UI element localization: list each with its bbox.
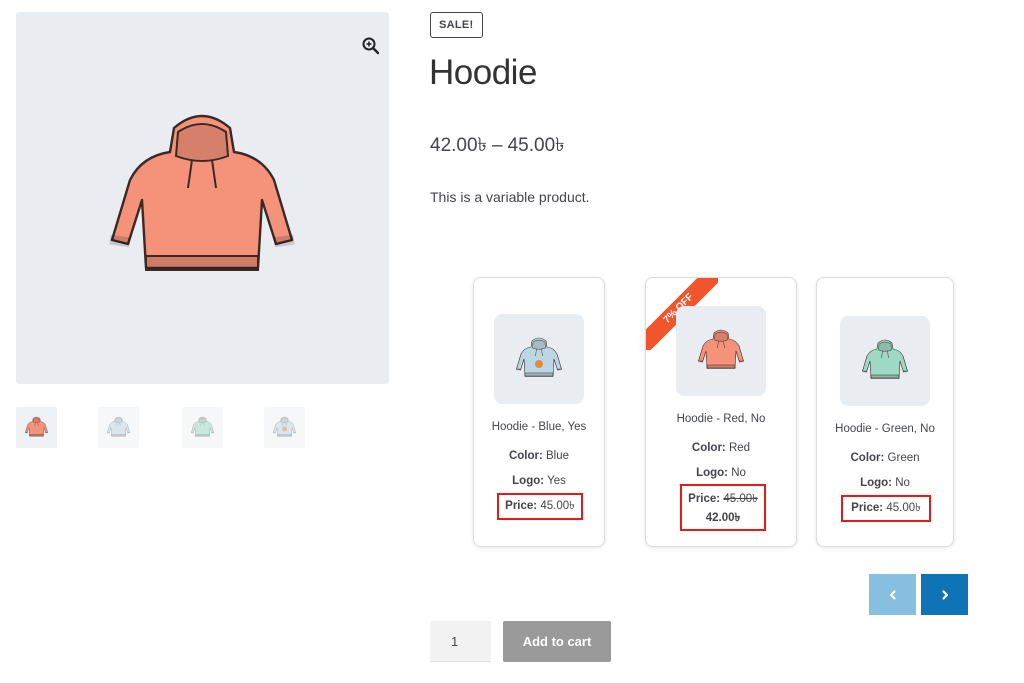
- chevron-right-icon: [941, 589, 948, 600]
- price-value: 45.00৳: [886, 502, 921, 514]
- color-label: Color:: [691, 442, 726, 454]
- logo-label: Logo:: [860, 477, 893, 489]
- hoodie-green-icon: [861, 339, 909, 379]
- hoodie-blue-icon: [515, 337, 563, 377]
- variation-card-red[interactable]: 7% OFF Hoodie - Red, No Color: Red Logo:…: [645, 277, 797, 547]
- price-old: 45.00৳: [723, 493, 758, 505]
- variation-image: [840, 316, 930, 406]
- thumbnail-coral[interactable]: [16, 407, 57, 448]
- variation-name: Hoodie - Green, No: [835, 423, 935, 435]
- color-value: Blue: [546, 450, 570, 462]
- carousel-prev-button[interactable]: [869, 574, 916, 615]
- color-label: Color:: [850, 452, 885, 464]
- price-max: 45.00৳: [507, 135, 565, 156]
- price-min: 42.00৳: [430, 135, 488, 156]
- variation-logo: Logo: Yes: [474, 475, 604, 487]
- color-value: Red: [728, 442, 751, 454]
- price-sale: 42.00৳: [705, 512, 741, 524]
- zoom-in-icon[interactable]: [361, 36, 381, 56]
- variation-color: Color: Red: [646, 442, 796, 454]
- hoodie-blue-logo-icon: [272, 416, 297, 437]
- hoodie-coral-icon: [697, 329, 745, 369]
- price-separator: –: [492, 135, 503, 156]
- product-description: This is a variable product.: [430, 189, 590, 205]
- price-label: Price:: [688, 493, 721, 505]
- carousel-next-button[interactable]: [921, 574, 968, 615]
- hoodie-coral-icon: [24, 416, 49, 437]
- logo-value: Yes: [547, 475, 566, 487]
- thumbnail-blue[interactable]: [98, 407, 139, 448]
- logo-label: Logo:: [512, 475, 545, 487]
- price-label: Price:: [505, 500, 538, 512]
- thumbnail-green[interactable]: [182, 407, 223, 448]
- hoodie-blue-icon: [106, 416, 131, 437]
- variation-price: Price: 45.00৳: [841, 495, 931, 522]
- hoodie-green-icon: [190, 416, 215, 437]
- color-value: Green: [887, 452, 920, 464]
- variation-image: [494, 314, 584, 404]
- variation-name: Hoodie - Red, No: [676, 413, 766, 425]
- price-label: Price:: [851, 502, 884, 514]
- variation-price: Price: 45.00৳ 42.00৳: [680, 484, 766, 531]
- add-to-cart-button[interactable]: Add to cart: [503, 621, 611, 662]
- logo-value: No: [895, 477, 910, 489]
- chevron-left-icon: [889, 589, 896, 600]
- thumbnail-blue-logo[interactable]: [264, 407, 305, 448]
- logo-label: Logo:: [696, 467, 729, 479]
- variation-logo: Logo: No: [646, 467, 796, 479]
- variation-image: [676, 306, 766, 396]
- logo-value: No: [731, 467, 746, 479]
- product-main-image[interactable]: [16, 12, 389, 384]
- variation-price: Price: 45.00৳: [497, 493, 583, 520]
- variation-name: Hoodie - Blue, Yes: [491, 421, 587, 433]
- variation-logo: Logo: No: [817, 477, 953, 489]
- price-range: 42.00৳ –45.00৳: [430, 131, 565, 163]
- hoodie-illustration: [107, 114, 297, 272]
- quantity-input[interactable]: [430, 621, 491, 662]
- variation-card-green[interactable]: Hoodie - Green, No Color: Green Logo: No…: [816, 277, 954, 547]
- price-value: 45.00৳: [540, 500, 575, 512]
- color-label: Color:: [508, 450, 543, 462]
- variation-color: Color: Blue: [474, 450, 604, 462]
- variation-color: Color: Green: [817, 452, 953, 464]
- sale-badge: SALE!: [430, 12, 483, 38]
- variation-card-blue[interactable]: Hoodie - Blue, Yes Color: Blue Logo: Yes…: [473, 277, 605, 547]
- product-title: Hoodie: [429, 53, 537, 92]
